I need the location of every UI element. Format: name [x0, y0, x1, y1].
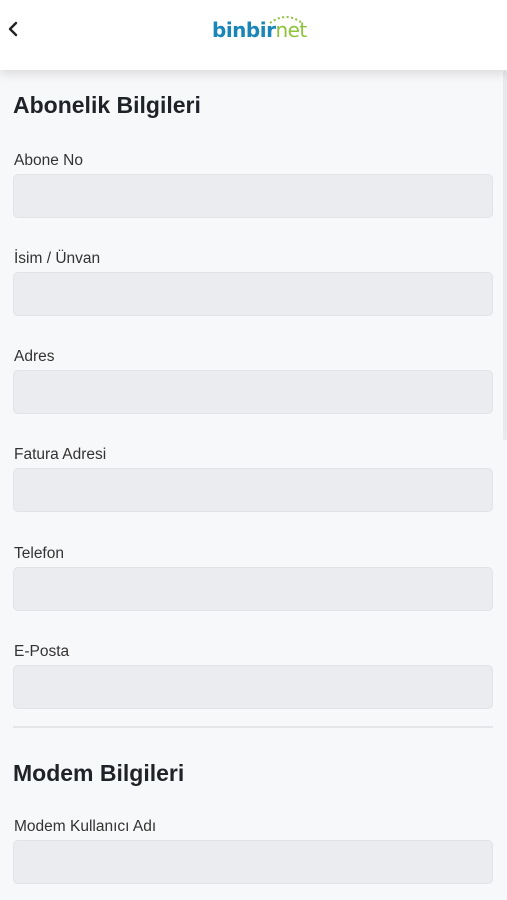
- section-title-modem: Modem Bilgileri: [13, 760, 185, 786]
- label-subscriber-no: Abone No: [14, 152, 83, 169]
- label-phone: Telefon: [14, 545, 64, 562]
- email-field[interactable]: [13, 665, 493, 709]
- subscriber-no-field[interactable]: [13, 174, 493, 218]
- scrollbar[interactable]: [503, 70, 507, 440]
- address-field[interactable]: [13, 370, 493, 414]
- label-modem-username: Modem Kullanıcı Adı: [14, 818, 157, 835]
- logo-signal-arc-icon: [269, 16, 303, 24]
- billing-address-field[interactable]: [13, 468, 493, 512]
- label-email: E-Posta: [14, 643, 70, 660]
- back-button[interactable]: [2, 14, 24, 44]
- app-header: binbir net: [0, 0, 507, 70]
- phone-field[interactable]: [13, 567, 493, 611]
- name-title-field[interactable]: [13, 272, 493, 316]
- brand-logo: binbir net: [212, 14, 312, 42]
- label-name-title: İsim / Ünvan: [14, 250, 101, 267]
- chevron-left-icon: [8, 21, 18, 37]
- section-divider: [13, 726, 493, 728]
- section-title-subscription: Abonelik Bilgileri: [13, 92, 201, 118]
- label-billing-address: Fatura Adresi: [14, 446, 107, 463]
- modem-username-field[interactable]: [13, 840, 493, 884]
- label-address: Adres: [14, 348, 55, 365]
